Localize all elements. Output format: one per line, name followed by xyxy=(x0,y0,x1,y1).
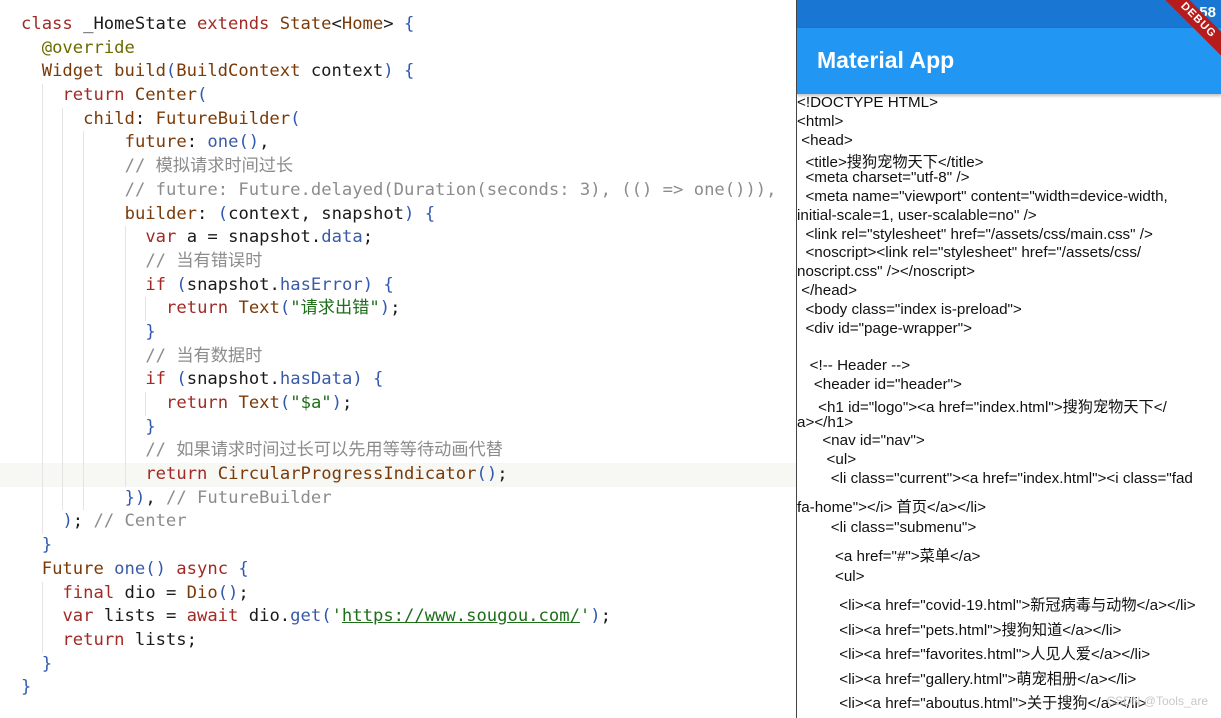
code-line[interactable]: final dio = Dio(); xyxy=(0,581,796,606)
response-line: <html> xyxy=(797,112,844,130)
code-line[interactable]: // future: Future.delayed(Duration(secon… xyxy=(0,178,796,203)
code-line[interactable]: future: one(), xyxy=(0,131,796,156)
response-line: <a href="#">菜单</a> xyxy=(797,547,981,565)
code-line[interactable]: class _HomeState extends State<Home> { xyxy=(0,13,796,37)
response-line: a></h1> xyxy=(797,413,854,431)
response-line: <noscript><link rel="stylesheet" href="/… xyxy=(797,244,1142,262)
code-line[interactable]: if (snapshot.hasData) { xyxy=(0,368,796,392)
response-line: <header id="header"> xyxy=(797,376,962,393)
code-line[interactable]: if (snapshot.hasError) { xyxy=(0,273,796,298)
code-line[interactable]: return Text("请求出错"); xyxy=(0,297,796,321)
app-title: Material App xyxy=(817,47,955,73)
app-bar: Material App xyxy=(797,28,1221,94)
code-line[interactable]: // 模拟请求时间过长 xyxy=(0,155,796,179)
code-line[interactable]: return Text("$a"); xyxy=(0,392,796,416)
code-line[interactable]: Widget build(BuildContext context) { xyxy=(0,60,796,84)
response-line: <li><a href="favorites.html">人见人爱</a></l… xyxy=(797,646,1151,664)
response-line: fa-home"></i> 首页</a></li> xyxy=(797,498,987,516)
code-line[interactable]: var lists = await dio.get('https://www.s… xyxy=(0,605,796,629)
response-line: <meta name="viewport" content="width=dev… xyxy=(797,188,1168,205)
response-line: <li><a href="pets.html">搜狗知道</a></li> xyxy=(797,621,1122,639)
code-line[interactable]: Future one() async { xyxy=(0,558,796,582)
response-line: noscript.css" /></noscript> xyxy=(797,263,976,281)
code-line[interactable]: } xyxy=(0,415,796,440)
code-line[interactable]: // 当有数据时 xyxy=(0,344,796,369)
response-line: <!-- Header --> xyxy=(797,357,911,375)
code-line[interactable]: } xyxy=(0,653,796,677)
response-line: <nav id="nav"> xyxy=(797,432,925,450)
response-line: <link rel="stylesheet" href="/assets/css… xyxy=(797,225,1153,243)
code-line[interactable]: builder: (context, snapshot) { xyxy=(0,202,796,227)
code-line[interactable]: // 如果请求时间过长可以先用等等待动画代替 xyxy=(0,439,796,464)
response-line: initial-scale=1, user-scalable=no" /> xyxy=(797,206,1037,224)
response-line: <ul> xyxy=(797,568,865,586)
code-line[interactable]: @override xyxy=(0,37,796,61)
status-bar: 4:58 xyxy=(797,0,1221,28)
response-line: <li class="submenu"> xyxy=(797,519,977,537)
code-line[interactable]: } xyxy=(0,676,796,700)
code-line[interactable]: } xyxy=(0,534,796,558)
code-area[interactable]: class _HomeState extends State<Home> {@o… xyxy=(0,13,796,700)
response-line: <div id="page-wrapper"> xyxy=(797,319,972,337)
response-line: <meta charset="utf-8" /> xyxy=(797,169,970,187)
response-line: <li><a href="covid-19.html">新冠病毒与动物</a><… xyxy=(797,597,1196,614)
response-line: <li><a href="aboutus.html">关于搜狗</a></li> xyxy=(797,695,1147,713)
code-line[interactable]: } xyxy=(0,320,796,345)
watermark: CSDN @Tools_are xyxy=(1106,694,1208,708)
code-editor[interactable]: class _HomeState extends State<Home> {@o… xyxy=(0,0,796,718)
code-line[interactable]: var a = snapshot.data; xyxy=(0,226,796,250)
response-line: <body class="index is-preload"> xyxy=(797,300,1022,318)
code-line[interactable]: return Center( xyxy=(0,84,796,108)
code-line[interactable]: return CircularProgressIndicator(); xyxy=(0,463,796,487)
response-line: <!DOCTYPE HTML> xyxy=(797,94,938,111)
code-line[interactable]: ); // Center xyxy=(0,510,796,535)
response-line: <li><a href="gallery.html">萌宠相册</a></li> xyxy=(797,670,1137,688)
response-line: <li class="current"><a href="index.html"… xyxy=(797,470,1193,487)
code-line[interactable]: return lists; xyxy=(0,628,796,653)
response-line: <head> xyxy=(797,131,853,149)
response-text-view: <!DOCTYPE HTML> <html> <head> <title>搜狗宠物… xyxy=(797,94,1221,718)
emulator-screen: 4:58 Material App DEBUG <!DOCTYPE HTML><… xyxy=(796,0,1221,718)
response-line: </head> xyxy=(797,282,857,299)
code-line[interactable]: }), // FutureBuilder xyxy=(0,486,796,511)
response-line: <ul> xyxy=(797,451,857,469)
code-line[interactable]: // 当有错误时 xyxy=(0,249,796,274)
code-line[interactable]: child: FutureBuilder( xyxy=(0,107,796,132)
